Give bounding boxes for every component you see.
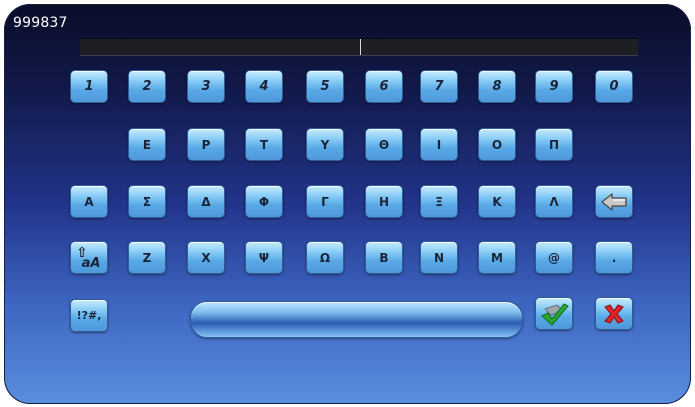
backspace-button[interactable] (595, 185, 633, 218)
key-chi[interactable]: Χ (187, 241, 225, 274)
key-theta[interactable]: Θ (365, 128, 403, 161)
confirm-button[interactable] (535, 297, 573, 330)
arrow-left-icon (600, 192, 628, 212)
key-eta[interactable]: Η (365, 185, 403, 218)
key-8[interactable]: 8 (478, 70, 516, 103)
key-psi[interactable]: Ψ (245, 241, 283, 274)
shift-button[interactable]: ⇧ aA (70, 241, 108, 274)
key-upsilon[interactable]: Υ (306, 128, 344, 161)
key-gamma[interactable]: Γ (306, 185, 344, 218)
key-period[interactable]: . (595, 241, 633, 274)
key-9[interactable]: 9 (535, 70, 573, 103)
key-7[interactable]: 7 (420, 70, 458, 103)
keyboard-panel: 999837 1 2 3 4 5 6 7 8 9 0 Ε Ρ Τ Υ Θ Ι Ο… (4, 4, 691, 404)
key-5[interactable]: 5 (306, 70, 344, 103)
key-beta[interactable]: Β (365, 241, 403, 274)
key-pi[interactable]: Π (535, 128, 573, 161)
shift-label: aA (81, 255, 101, 271)
entered-text-display: 999837 (13, 15, 68, 31)
key-kappa[interactable]: Κ (478, 185, 516, 218)
key-mu[interactable]: Μ (478, 241, 516, 274)
key-3[interactable]: 3 (187, 70, 225, 103)
text-caret (360, 39, 361, 55)
red-x-icon (602, 302, 626, 326)
key-0[interactable]: 0 (595, 70, 633, 103)
key-phi[interactable]: Φ (245, 185, 283, 218)
key-sigma[interactable]: Σ (128, 185, 166, 218)
key-1[interactable]: 1 (70, 70, 108, 103)
key-6[interactable]: 6 (365, 70, 403, 103)
key-epsilon[interactable]: Ε (128, 128, 166, 161)
key-rho[interactable]: Ρ (187, 128, 225, 161)
key-omicron[interactable]: Ο (478, 128, 516, 161)
key-alpha[interactable]: Α (70, 185, 108, 218)
checkmark-icon (539, 301, 569, 327)
symbols-button[interactable]: !?#, (70, 299, 108, 332)
key-delta[interactable]: Δ (187, 185, 225, 218)
key-zeta[interactable]: Ζ (128, 241, 166, 274)
key-lambda[interactable]: Λ (535, 185, 573, 218)
key-4[interactable]: 4 (245, 70, 283, 103)
cancel-button[interactable] (595, 297, 633, 330)
key-omega[interactable]: Ω (306, 241, 344, 274)
key-tau[interactable]: Τ (245, 128, 283, 161)
key-at[interactable]: @ (535, 241, 573, 274)
key-nu[interactable]: Ν (420, 241, 458, 274)
key-xi[interactable]: Ξ (420, 185, 458, 218)
space-bar[interactable] (190, 301, 523, 338)
key-2[interactable]: 2 (128, 70, 166, 103)
text-input-field[interactable] (80, 38, 638, 56)
key-iota[interactable]: Ι (420, 128, 458, 161)
